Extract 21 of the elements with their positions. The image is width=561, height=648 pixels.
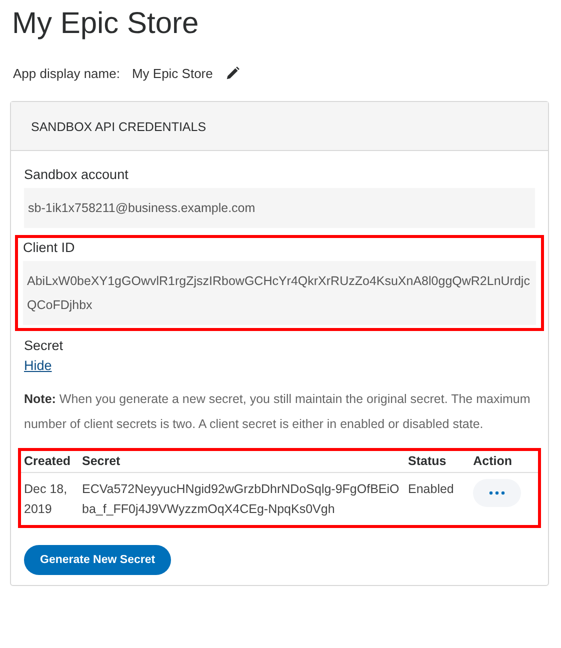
column-header: Secret [79, 451, 405, 472]
page-title: My Epic Store [12, 6, 200, 42]
card-heading: SANDBOX API CREDENTIALS [31, 120, 206, 134]
field-value: AbiLxW0beXY1gGOwvlR1rgZjszIRbowGCHcYr4QkrXrRUzZo4KsuXnA8l0ggQwR2LnUrdjcQCoFDjhbx [23, 261, 536, 325]
table-cell: Dec 18, 2019 [21, 472, 79, 525]
table-cell: ECVa572NeyyucHNgid92wGrzbDhrNDoSqlg-9FgOfBEiOba_f_FF0j4J9VWyzzmOqX4CEg-NpqKs0Vgh [79, 472, 405, 525]
field-value: sb-1ik1x758211@business.example.com [24, 188, 535, 228]
generate-secret-button[interactable]: Generate New Secret [24, 545, 172, 575]
pencil-icon[interactable] [224, 66, 240, 81]
app-name-label: App display name: [13, 66, 120, 81]
field-label: Sandbox account [24, 167, 130, 182]
field-label: Client ID [23, 240, 76, 255]
column-header: Created [21, 451, 79, 472]
more-icon [489, 491, 506, 495]
column-header: Status [405, 451, 470, 472]
table-cell: Enabled [405, 472, 470, 525]
note-text: Note: When you generate a new secret, you still maintain the original secret. The maximum number of client secrets is two. A client secret is either in enabled or disabled state. [24, 391, 532, 433]
column-header: Action [470, 451, 538, 472]
secret-label: Secret [24, 338, 64, 353]
hide-link[interactable]: Hide [24, 358, 52, 373]
app-name-value: My Epic Store [132, 66, 213, 81]
